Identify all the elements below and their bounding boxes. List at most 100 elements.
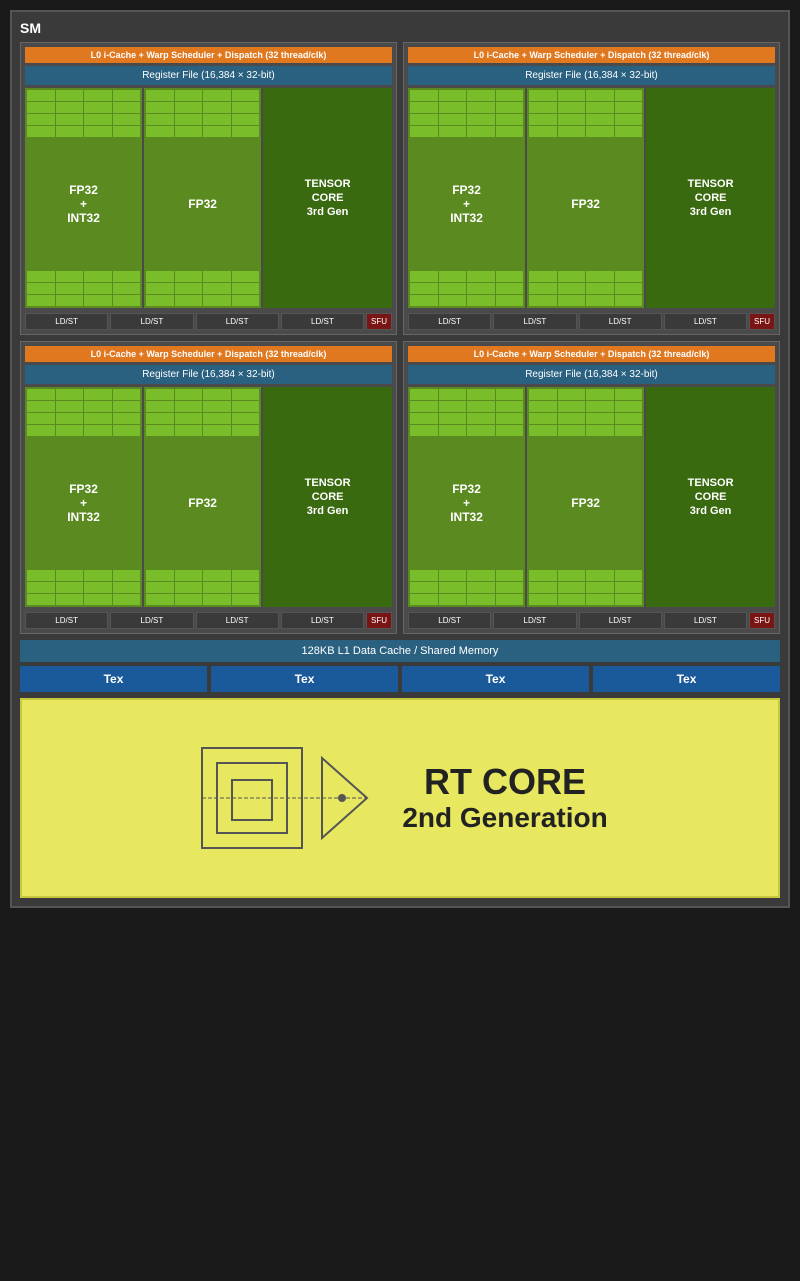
grid-cell	[586, 425, 614, 436]
grid-cell	[146, 102, 174, 113]
grid-cell	[439, 90, 467, 101]
grid-cell	[558, 295, 586, 306]
register-file-bar-3: Register File (16,384 × 32-bit)	[25, 365, 392, 384]
grid-cell	[232, 570, 260, 581]
grid-cell	[558, 425, 586, 436]
grid-cell	[467, 271, 495, 282]
grid-cell	[439, 570, 467, 581]
ldst-unit-4: LD/ST	[281, 313, 364, 330]
fp32-col-3: FP32	[144, 387, 261, 607]
grid-cell	[529, 295, 557, 306]
ldst-unit-14: LD/ST	[493, 612, 576, 629]
grid-cell	[615, 126, 643, 137]
grid-cell	[232, 271, 260, 282]
sub-processor-2: L0 i-Cache + Warp Scheduler + Dispatch (…	[403, 42, 780, 335]
fp32-label-1: FP32	[144, 139, 261, 269]
fp32-label-3: FP32	[144, 438, 261, 568]
grid-cell	[27, 594, 55, 605]
grid-cell	[56, 570, 84, 581]
grid-cell	[410, 570, 438, 581]
grid-cell	[615, 401, 643, 412]
l0-cache-bar-1: L0 i-Cache + Warp Scheduler + Dispatch (…	[25, 47, 392, 63]
grid-cell	[232, 582, 260, 593]
sub-processor-1: L0 i-Cache + Warp Scheduler + Dispatch (…	[20, 42, 397, 335]
fp32-col-1: FP32	[144, 88, 261, 308]
grid-cell	[558, 126, 586, 137]
tensor-core-col-2: TENSORCORE3rd Gen	[646, 88, 775, 308]
grid-cell	[232, 114, 260, 125]
grid-cell	[586, 102, 614, 113]
grid-cell	[467, 425, 495, 436]
tensor-label-4: TENSORCORE3rd Gen	[684, 472, 738, 523]
grid-cell	[615, 114, 643, 125]
grid-cell	[615, 594, 643, 605]
fp32-int32-label-3: FP32+INT32	[25, 438, 142, 568]
grid-cell	[496, 271, 524, 282]
l1-cache-bar: 128KB L1 Data Cache / Shared Memory	[20, 640, 780, 662]
grid-cell	[529, 401, 557, 412]
grid-cell	[410, 90, 438, 101]
grid-cell	[529, 114, 557, 125]
grid-cell	[615, 425, 643, 436]
grid-cell	[586, 295, 614, 306]
grid-cell	[439, 389, 467, 400]
fp32-grid-2	[144, 88, 261, 139]
ldst-unit-15: LD/ST	[579, 612, 662, 629]
grid-cell	[84, 126, 112, 137]
grid-cell	[496, 283, 524, 294]
grid-cell	[586, 401, 614, 412]
grid-cell	[439, 425, 467, 436]
grid-cell	[175, 401, 203, 412]
grid-cell	[113, 413, 141, 424]
tensor-label-3: TENSORCORE3rd Gen	[301, 472, 355, 523]
fp32-grid-bottom-2	[144, 269, 261, 308]
grid-cell	[410, 413, 438, 424]
grid-cell	[203, 594, 231, 605]
grid-cell	[203, 425, 231, 436]
grid-cell	[467, 401, 495, 412]
grid-cell	[175, 295, 203, 306]
fp32-col-4: FP32	[527, 387, 644, 607]
grid-cell	[175, 582, 203, 593]
grid-cell	[410, 102, 438, 113]
grid-cell	[232, 389, 260, 400]
grid-cell	[558, 114, 586, 125]
fp32-int32-col-3: FP32+INT32	[25, 387, 142, 607]
sub-processor-4: L0 i-Cache + Warp Scheduler + Dispatch (…	[403, 341, 780, 634]
grid-cell	[203, 102, 231, 113]
fp32-grid-bottom-1	[25, 269, 142, 308]
grid-cell	[586, 283, 614, 294]
ldst-unit-13: LD/ST	[408, 612, 491, 629]
grid-cell	[84, 295, 112, 306]
grid-cell	[175, 102, 203, 113]
grid-cell	[529, 90, 557, 101]
grid-cell	[203, 126, 231, 137]
grid-cell	[615, 413, 643, 424]
grid-cell	[146, 401, 174, 412]
bottom-units-2: LD/ST LD/ST LD/ST LD/ST SFU	[408, 313, 775, 330]
grid-cell	[203, 570, 231, 581]
grid-cell	[410, 582, 438, 593]
grid-cell	[27, 413, 55, 424]
grid-cell	[113, 425, 141, 436]
tensor-label-2: TENSORCORE3rd Gen	[684, 173, 738, 224]
grid-cell	[175, 594, 203, 605]
grid-cell	[586, 389, 614, 400]
grid-cell	[558, 389, 586, 400]
grid-cell	[232, 295, 260, 306]
grid-cell	[410, 271, 438, 282]
grid-cell	[496, 90, 524, 101]
compute-area-1: FP32+INT32	[25, 88, 392, 308]
grid-cell	[175, 90, 203, 101]
grid-cell	[232, 283, 260, 294]
grid-cell	[496, 389, 524, 400]
grid-cell	[529, 594, 557, 605]
grid-cell	[84, 570, 112, 581]
l0-cache-bar-3: L0 i-Cache + Warp Scheduler + Dispatch (…	[25, 346, 392, 362]
grid-cell	[467, 413, 495, 424]
sfu-unit-3: SFU	[366, 612, 392, 629]
grid-cell	[203, 295, 231, 306]
grid-cell	[146, 413, 174, 424]
grid-cell	[84, 283, 112, 294]
tex-unit-1: Tex	[20, 666, 207, 692]
